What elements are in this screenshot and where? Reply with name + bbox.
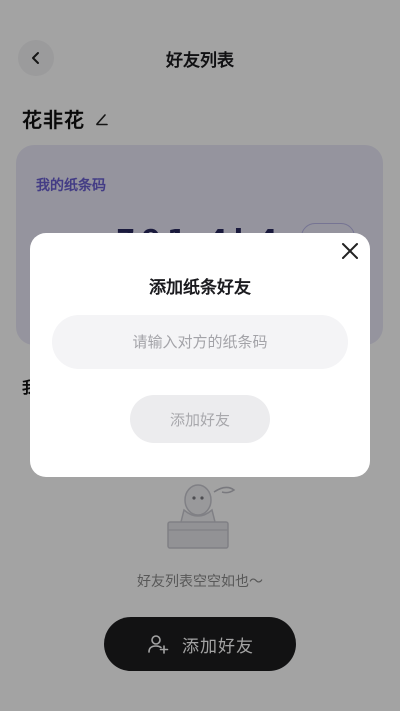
dialog-title: 添加纸条好友 [149,278,251,298]
dialog-add-friend-label: 添加好友 [169,410,230,429]
friend-code-input[interactable] [52,315,348,369]
close-icon [342,243,358,259]
dialog-add-friend-button[interactable]: 添加好友 [130,395,270,443]
friend-list-screen: 好友列表 花非花 我的纸条码 791 4k4 我 好友列表空空如也～ [0,0,400,711]
add-friend-dialog: 添加纸条好友 添加好友 [30,233,370,477]
close-button[interactable] [338,239,362,263]
